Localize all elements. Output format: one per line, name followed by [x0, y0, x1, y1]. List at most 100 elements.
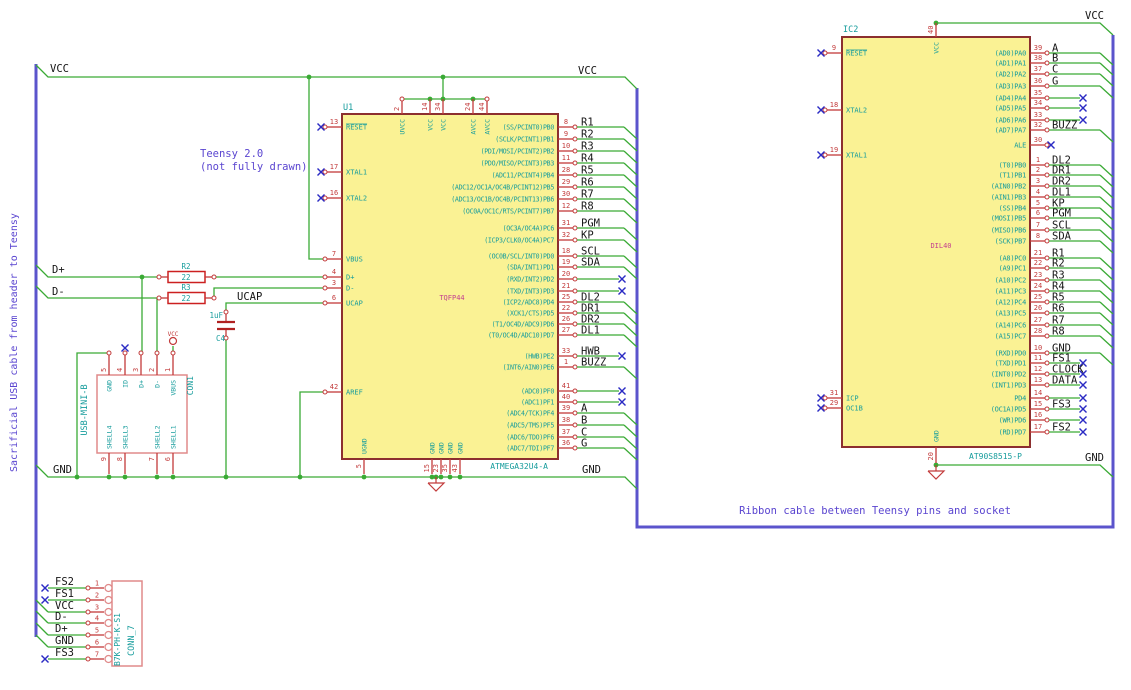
text-r2-ref: R2	[181, 262, 190, 271]
no-connect-icon	[41, 584, 49, 592]
text-ic2-right_pins-13-n: 5	[1036, 199, 1040, 207]
text-ic2-right_pins-0-name: (AD0)PA0	[995, 50, 1026, 58]
pin-end	[1044, 350, 1050, 356]
pin-end	[572, 388, 578, 394]
bus-entry	[623, 198, 638, 212]
pin-end	[170, 350, 176, 356]
text-u1-left_pins-7-n: 42	[330, 383, 338, 391]
text-c4-value: 1uF	[209, 311, 223, 320]
text-u1-left_pins-0-name: RESET	[346, 124, 368, 132]
text-ic2-right_pins-15-name: (MISO)PB6	[991, 227, 1026, 235]
pin-end	[572, 148, 578, 154]
text-u1-right_pins-23-name: (ADC5/TMS)PF5	[506, 422, 554, 430]
pin-end	[1044, 360, 1050, 366]
text-ic2-right_pins-18-n: 22	[1034, 259, 1042, 267]
bus-entry	[1099, 312, 1114, 326]
text-u1-right_pins-1-label: R2	[581, 129, 594, 141]
text-ic2-right_pins-3-label: G	[1052, 76, 1058, 88]
text-u1-right_pins-5-name: (ADC12/OC1A/OC4B/PCINT12)PB5	[451, 184, 554, 192]
text-u1-right_pins-6-name: (ADC13/OC1B/OC4B/PCINT13)PB6	[451, 196, 554, 204]
pin-end	[572, 172, 578, 178]
text-ic2-right_pins-30-n: 15	[1034, 400, 1042, 408]
pin-end	[572, 253, 578, 259]
pin-end	[1044, 255, 1050, 261]
text-ic2-left_pins-0-name: RESET	[846, 50, 868, 58]
wire	[35, 64, 638, 90]
text-ic2-right_pins-10-name: (T1)PB1	[999, 172, 1026, 180]
bus-entry	[623, 174, 638, 188]
text-con1-top_pins-4-name: VBUS	[170, 380, 178, 396]
text-con1-top_pins-4-n: 1	[164, 368, 172, 372]
pin-end	[1044, 406, 1050, 412]
junction-dot	[306, 74, 312, 80]
text-u1-right_pins-11-label: SDA	[581, 257, 601, 269]
text-conn7-pins-5-label: GND	[55, 635, 74, 647]
text-u1-left_pins-5-name: D-	[346, 285, 354, 293]
pin-end	[572, 321, 578, 327]
pin-end	[1044, 172, 1050, 178]
text-u1-right_pins-13-name: (TXD/INT3)PD3	[506, 288, 554, 296]
text-u1-right_pins-5-label: R6	[581, 177, 594, 189]
text-u1-right_pins-18-name: (HWB)PE2	[525, 353, 555, 361]
text-ic2-right_pins-22-n: 26	[1034, 304, 1042, 312]
wire	[299, 391, 325, 477]
pin-end	[822, 50, 828, 56]
text-u1-left_pins-7-name: AREF	[346, 389, 363, 397]
bus-entry	[623, 312, 638, 326]
bus-entry	[1099, 324, 1114, 338]
teensy-note-line1: Teensy 2.0	[200, 148, 264, 160]
text-u1-top_pins-1-n: 14	[421, 103, 429, 111]
text-ic2-right_pins-19-name: (A10)PC2	[995, 277, 1026, 285]
text-con1-bottom_pins-2-name: SHELL2	[154, 425, 162, 449]
text-con1-top_pins-3-name: D-	[154, 380, 162, 388]
no-connect-icon	[1079, 381, 1087, 389]
text-ic2-right_pins-20-name: (A11)PC3	[995, 288, 1026, 296]
text-conn7-pins-0-n: 1	[95, 580, 99, 588]
net-label-GND: GND	[1085, 452, 1104, 464]
conn7-pad	[104, 595, 113, 605]
text-u1-left_pins-3-n: 7	[332, 250, 336, 258]
bus-entry	[623, 126, 638, 140]
pin-end	[322, 256, 328, 262]
text-u1-right_pins-25-n: 36	[562, 439, 570, 447]
bus-entry	[1099, 196, 1114, 210]
text-u1-right_pins-10-name: (OC0B/SCL/INT0)PD0	[488, 253, 554, 261]
text-ic2-right_pins-11-name: (AIN0)PB2	[991, 183, 1026, 191]
teensy-note-line2: (not fully drawn)	[200, 161, 308, 173]
text-r3-value: 22	[181, 294, 190, 303]
text-u1-top_pins-3-n: 24	[464, 103, 472, 111]
text-u1-right_pins-12-n: 20	[562, 270, 570, 278]
text-ic2-right_pins-29-name: PD4	[1014, 395, 1026, 403]
pin-end	[1044, 277, 1050, 283]
wire	[936, 22, 1114, 36]
text-u1-bottom_pins-4-n: 43	[451, 464, 459, 472]
text-ic2-right_pins-31-name: (WR)PD6	[999, 417, 1026, 425]
text-ic2-left_pins-1-n: 18	[830, 101, 838, 109]
net-label-VCC: VCC	[1085, 10, 1104, 22]
pin-end	[1044, 117, 1050, 123]
bus-entry	[1099, 240, 1114, 254]
text-ic2-left_pins-1-name: XTAL2	[846, 107, 867, 115]
bus-entry	[623, 150, 638, 164]
bus-entry	[623, 301, 638, 315]
bus-entry	[1099, 279, 1114, 293]
text-ic2-left_pins-4-n: 29	[830, 399, 838, 407]
text-u1-top_pins-4-name: AVCC	[484, 119, 492, 135]
text-ic2-footprint: DIL40	[930, 242, 951, 250]
text-u1-right_pins-20-name: (ADC0)PF0	[521, 388, 554, 396]
text-con1-bottom_pins-2-n: 7	[148, 457, 156, 461]
text-u1-left_pins-0-n: 13	[330, 118, 338, 126]
text-ic2-right_pins-26-name: (TXD)PD1	[995, 360, 1026, 368]
text-ic2-right_pins-18-label: R2	[1052, 258, 1065, 270]
text-ic2-right_pins-7-n: 32	[1034, 121, 1042, 129]
text-ic2-top_pins-0-name: VCC	[933, 42, 941, 54]
pin-end	[572, 237, 578, 243]
pin-end	[85, 632, 91, 638]
text-ic2-right_pins-2-n: 37	[1034, 65, 1042, 73]
text-con1-top_pins-0-name: GND	[106, 380, 114, 392]
text-ic2-right_pins-14-label: PGM	[1052, 208, 1071, 220]
schematic-drawing: R222R3221uFC4VCC8(SS/PCINT0)PB0 R19(SCLK/…	[34, 10, 1115, 667]
text-u1-left_pins-1-n: 17	[330, 163, 338, 171]
bus-entry	[623, 334, 638, 348]
bus-entry	[623, 138, 638, 152]
